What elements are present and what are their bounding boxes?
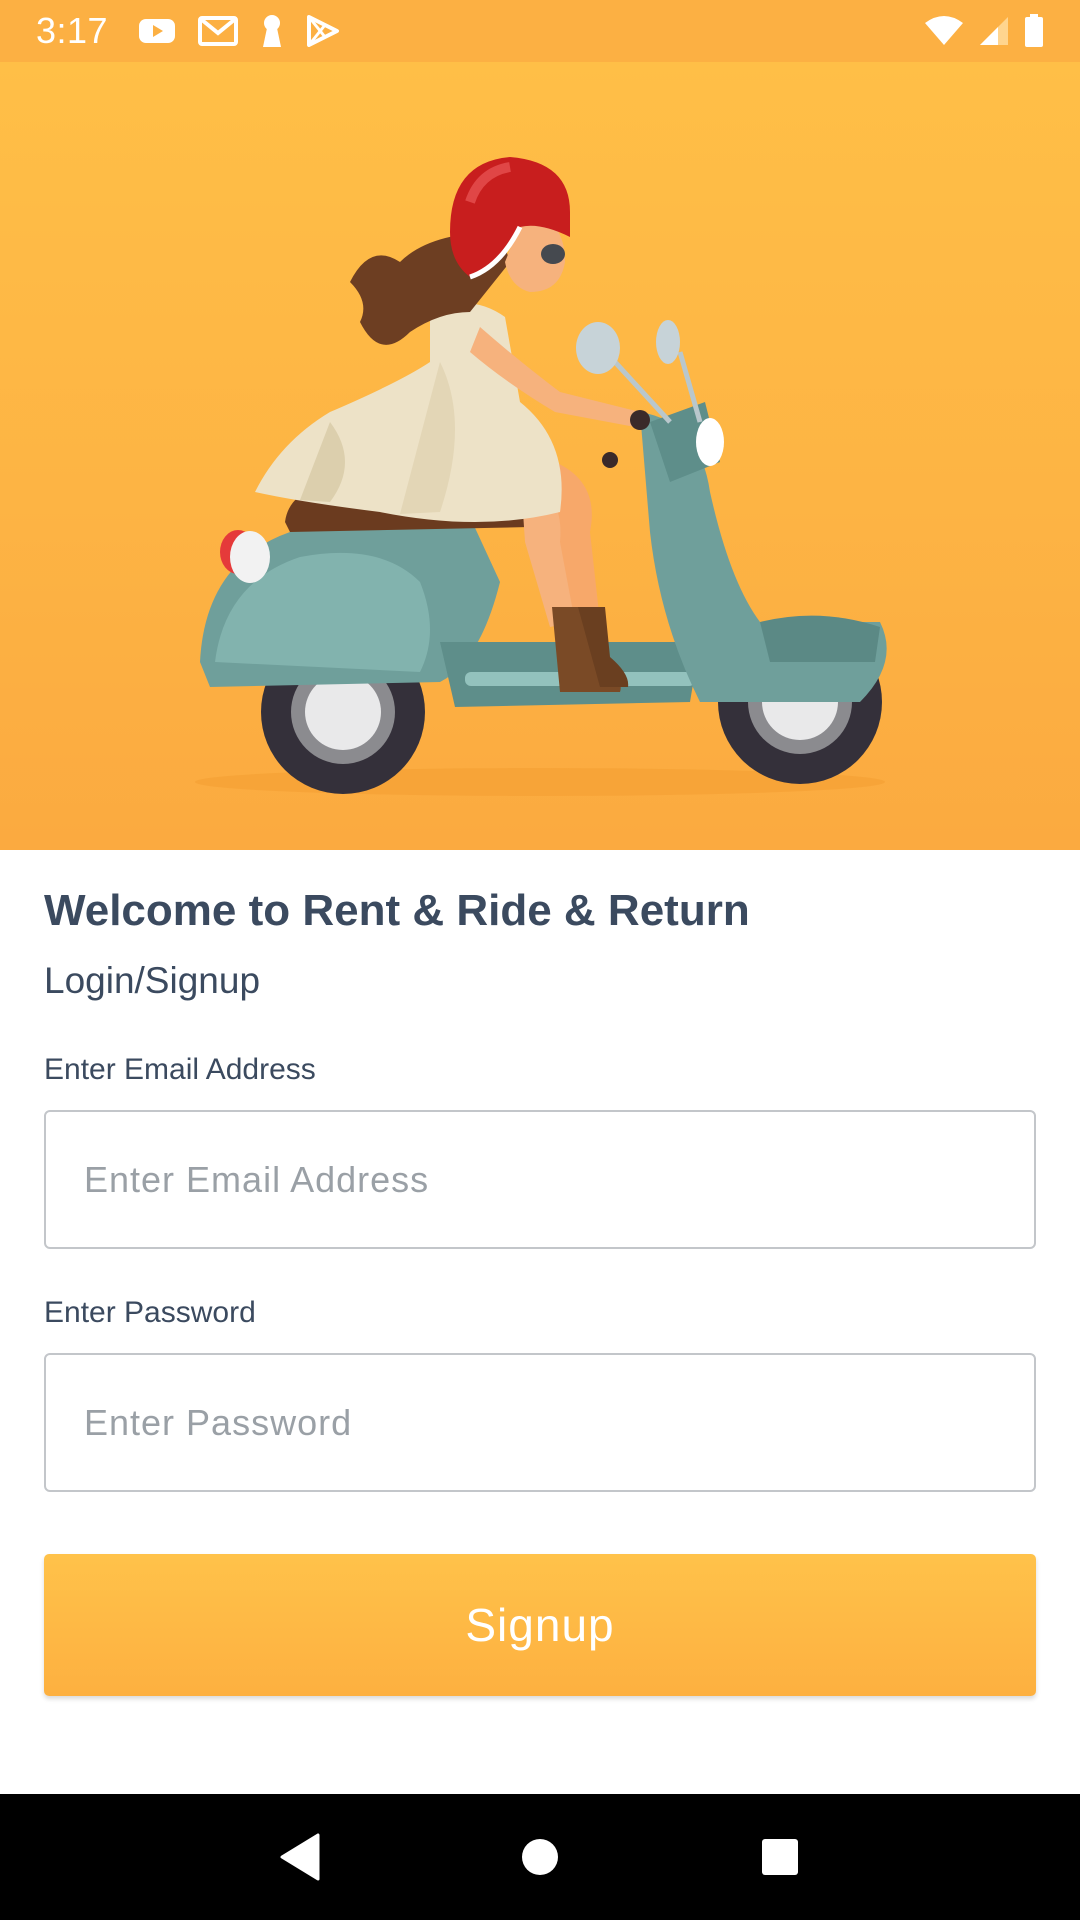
email-field[interactable] [46, 1112, 1034, 1247]
welcome-title: Welcome to Rent & Ride & Return [44, 886, 750, 935]
status-bar: 3:17 [0, 0, 1080, 62]
home-icon[interactable] [500, 1817, 580, 1897]
password-label: Enter Password [44, 1296, 256, 1329]
youtube-icon [138, 17, 176, 45]
recents-icon[interactable] [740, 1817, 820, 1897]
navigation-bar [0, 1794, 1080, 1920]
keyhole-icon [260, 14, 284, 48]
password-field[interactable] [46, 1355, 1034, 1490]
signal-icon [978, 15, 1010, 47]
play-store-icon [306, 15, 340, 47]
battery-icon [1024, 14, 1044, 48]
system-icons [924, 14, 1044, 48]
wifi-icon [924, 15, 964, 47]
email-label: Enter Email Address [44, 1053, 316, 1086]
status-time: 3:17 [36, 10, 109, 51]
password-field-container [44, 1353, 1036, 1492]
back-icon[interactable] [260, 1817, 340, 1897]
signup-button[interactable]: Signup [44, 1554, 1036, 1696]
scooter-rider-illustration [195, 157, 887, 796]
email-field-container [44, 1110, 1036, 1249]
gmail-icon [198, 16, 239, 46]
hero-banner [0, 62, 1080, 850]
login-signup-subtitle: Login/Signup [44, 960, 261, 1001]
notification-icons [138, 14, 340, 48]
